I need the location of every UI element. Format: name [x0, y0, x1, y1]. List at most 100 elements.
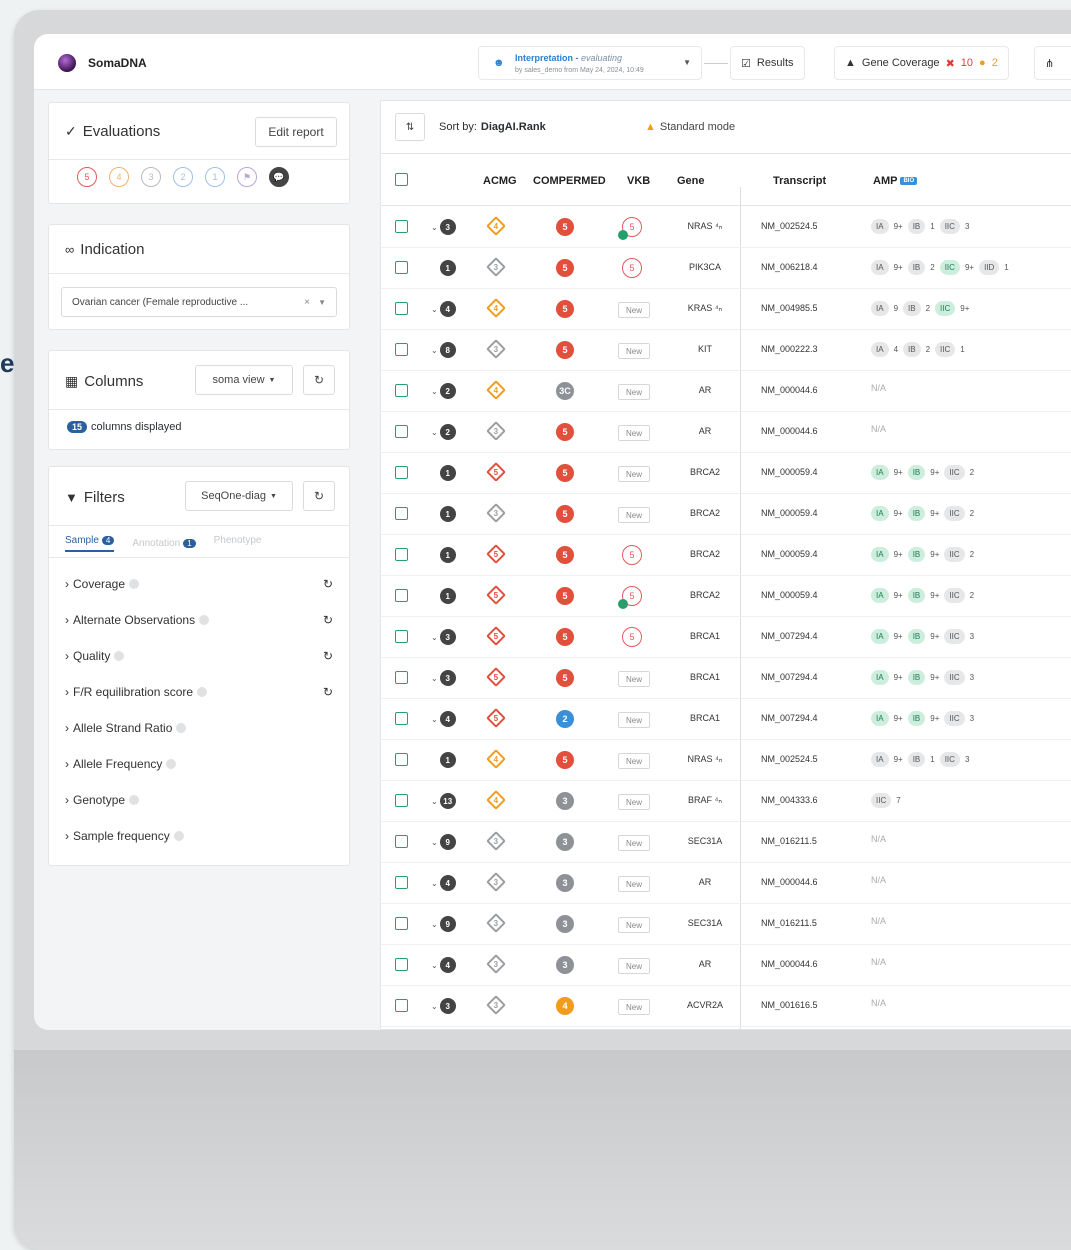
gene-name[interactable]: BRCA2 — [676, 590, 734, 600]
rank[interactable]: ⌄ 4 — [431, 875, 456, 891]
row-checkbox[interactable] — [395, 876, 408, 889]
gene-name[interactable]: ACVR2A — [676, 1000, 734, 1010]
vkb-class-icon[interactable]: 5 — [618, 586, 642, 609]
vkb-class-icon[interactable]: 5 — [622, 545, 642, 565]
indication-select[interactable]: Ovarian cancer (Female reproductive ... … — [61, 287, 337, 317]
gene-name[interactable]: BRCA2 — [676, 467, 734, 477]
edit-report-button[interactable]: Edit report — [255, 117, 337, 147]
gene-name[interactable]: BRCA1 — [676, 631, 734, 641]
vkb-new-badge[interactable]: New — [618, 466, 650, 482]
row-checkbox[interactable] — [395, 548, 408, 561]
transcript[interactable]: NM_007294.4 — [761, 713, 818, 723]
table-row[interactable]: ⌄ 4 4 5 New KRAS ⁴ₙ NM_004985.5 IA 9 IB 2 IIC 9+ — [381, 289, 1071, 330]
rank[interactable]: ⌄ 3 — [431, 629, 456, 645]
header-gene[interactable]: Gene — [677, 175, 705, 187]
gene-name[interactable]: BRCA2 — [676, 508, 734, 518]
rank[interactable]: ⌄ 2 — [431, 424, 456, 440]
gene-name[interactable]: BRCA2 — [676, 549, 734, 559]
tab-more[interactable]: ⋔ — [1034, 46, 1071, 80]
transcript[interactable]: NM_000059.4 — [761, 467, 818, 477]
row-checkbox[interactable] — [395, 671, 408, 684]
transcript[interactable]: NM_000044.6 — [761, 385, 818, 395]
evaluation-level-3[interactable]: 3 — [141, 167, 161, 187]
header-transcript[interactable]: Transcript — [773, 175, 826, 187]
filter-item[interactable]: › Genotype — [65, 793, 140, 807]
vkb-new-badge[interactable]: New — [618, 671, 650, 687]
evaluation-level-1[interactable]: 5 — [77, 167, 97, 187]
table-row[interactable]: ⌄ 3 4 5 5 NRAS ⁴ₙ NM_002524.5 IA 9+ IB 1 IIC 3 — [381, 207, 1071, 248]
filter-item[interactable]: › Alternate Observations — [65, 613, 210, 627]
reset-icon[interactable]: ↻ — [323, 613, 333, 627]
transcript[interactable]: NM_000044.6 — [761, 426, 818, 436]
gene-name[interactable]: SEC31A — [676, 918, 734, 928]
evaluation-level-5[interactable]: 1 — [205, 167, 225, 187]
filters-refresh-button[interactable]: ↻ — [303, 481, 335, 511]
gene-name[interactable]: AR — [676, 385, 734, 395]
columns-view-select[interactable]: soma view ▼ — [195, 365, 293, 395]
table-row[interactable]: ⌄ 2 4 3C New AR NM_000044.6 N/A — [381, 371, 1071, 412]
transcript[interactable]: NM_016211.5 — [761, 836, 817, 846]
table-row[interactable]: ⌄ 9 3 3 New SEC31A NM_016211.5 N/A — [381, 822, 1071, 863]
row-checkbox[interactable] — [395, 589, 408, 602]
table-row[interactable]: ⌄1 3 5 New BRCA2 NM_000059.4 IA 9+ IB 9+ IIC 2 — [381, 494, 1071, 535]
vkb-class-icon[interactable]: 5 — [622, 258, 642, 278]
table-row[interactable]: ⌄1 5 5 5 BRCA2 NM_000059.4 IA 9+ IB 9+ IIC 2 — [381, 535, 1071, 576]
gene-name[interactable]: BRCA1 — [676, 713, 734, 723]
transcript[interactable]: NM_000044.6 — [761, 877, 818, 887]
table-row[interactable]: ⌄1 4 5 New NRAS ⁴ₙ NM_002524.5 IA 9+ IB 1 IIC 3 — [381, 740, 1071, 781]
transcript[interactable]: NM_000059.4 — [761, 590, 818, 600]
row-checkbox[interactable] — [395, 384, 408, 397]
vkb-new-badge[interactable]: New — [618, 794, 650, 810]
row-checkbox[interactable] — [395, 220, 408, 233]
rank[interactable]: ⌄ 3 — [431, 670, 456, 686]
row-checkbox[interactable] — [395, 999, 408, 1012]
reset-icon[interactable]: ↻ — [323, 649, 333, 663]
vkb-class-icon[interactable]: 5 — [618, 217, 642, 240]
filter-item[interactable]: › Coverage — [65, 577, 140, 591]
transcript[interactable]: NM_000044.6 — [761, 959, 818, 969]
rank[interactable]: ⌄ 3 — [431, 219, 456, 235]
select-all-checkbox[interactable] — [395, 173, 408, 186]
filters-preset-select[interactable]: SeqOne-diag ▼ — [185, 481, 293, 511]
transcript[interactable]: NM_007294.4 — [761, 672, 818, 682]
vkb-new-badge[interactable]: New — [618, 958, 650, 974]
table-row[interactable]: ⌄ 13 4 3 New BRAF ⁴ₙ NM_004333.6 IIC 7 — [381, 781, 1071, 822]
transcript[interactable]: NM_000059.4 — [761, 508, 818, 518]
sort-toggle-button[interactable]: ⇅ — [395, 113, 425, 141]
rank[interactable]: ⌄1 — [431, 752, 456, 768]
row-checkbox[interactable] — [395, 835, 408, 848]
table-row[interactable]: ⌄ 2 3 5 New AR NM_000044.6 N/A — [381, 412, 1071, 453]
row-checkbox[interactable] — [395, 958, 408, 971]
gene-name[interactable]: SEC31A — [676, 836, 734, 846]
table-row[interactable]: ⌄1 5 5 New BRCA2 NM_000059.4 IA 9+ IB 9+ IIC 2 — [381, 453, 1071, 494]
clear-icon[interactable]: × — [304, 297, 310, 308]
row-checkbox[interactable] — [395, 261, 408, 274]
table-row[interactable]: ⌄ 3 5 5 New BRCA1 NM_007294.4 IA 9+ IB 9+ IIC 3 — [381, 658, 1071, 699]
header-vkb[interactable]: VKB — [627, 175, 650, 187]
vkb-new-badge[interactable]: New — [618, 835, 650, 851]
rank[interactable]: ⌄ 4 — [431, 711, 456, 727]
row-checkbox[interactable] — [395, 630, 408, 643]
tab-gene-coverage[interactable]: ▲ Gene Coverage ✖ 10 ● 2 — [834, 46, 1009, 80]
rank[interactable]: ⌄ 13 — [431, 793, 456, 809]
gene-name[interactable]: BRCA1 — [676, 672, 734, 682]
row-checkbox[interactable] — [395, 466, 408, 479]
rank[interactable]: ⌄1 — [431, 547, 456, 563]
transcript[interactable]: NM_002524.5 — [761, 754, 818, 764]
rank[interactable]: ⌄1 — [431, 465, 456, 481]
rank[interactable]: ⌄ 4 — [431, 957, 456, 973]
gene-name[interactable]: AR — [676, 959, 734, 969]
filter-item[interactable]: › Allele Strand Ratio — [65, 721, 187, 735]
tab-sample[interactable]: Sample 4 — [65, 535, 115, 552]
sort-by[interactable]: Sort by: DiagAI.Rank — [439, 121, 546, 133]
evaluation-level-2[interactable]: 4 — [109, 167, 129, 187]
table-row[interactable]: ⌄ 3 5 5 5 BRCA1 NM_007294.4 IA 9+ IB 9+ IIC 3 — [381, 617, 1071, 658]
reset-icon[interactable]: ↻ — [323, 577, 333, 591]
rank[interactable]: ⌄1 — [431, 506, 456, 522]
filter-item[interactable]: › Allele Frequency — [65, 757, 177, 771]
reset-icon[interactable]: ↻ — [323, 685, 333, 699]
rank[interactable]: ⌄ 8 — [431, 342, 456, 358]
rank[interactable]: ⌄ 9 — [431, 916, 456, 932]
row-checkbox[interactable] — [395, 794, 408, 807]
row-checkbox[interactable] — [395, 343, 408, 356]
